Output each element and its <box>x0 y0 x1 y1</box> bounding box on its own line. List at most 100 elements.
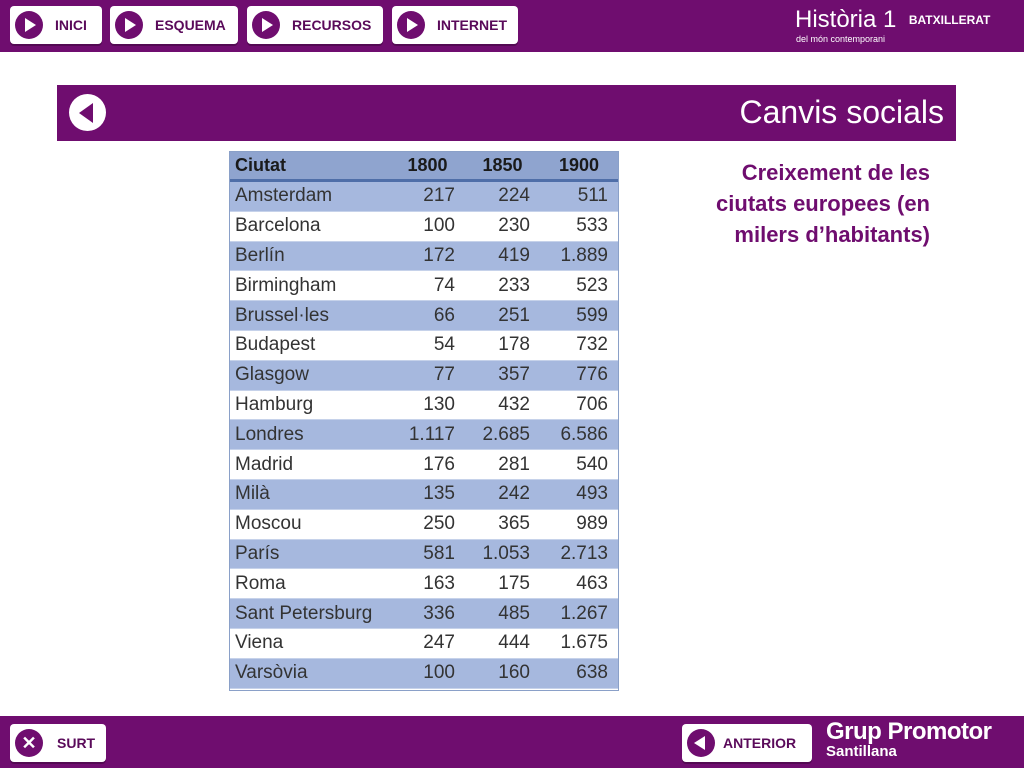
population-cell: 485 <box>498 602 530 624</box>
logo-line-1: Grup Promotor <box>826 718 992 745</box>
population-cell: 599 <box>576 304 608 326</box>
population-cell: 74 <box>433 274 455 296</box>
city-cell: Amsterdam <box>235 185 333 207</box>
column-header: 1800 <box>407 155 448 175</box>
city-cell: Hamburg <box>235 393 314 415</box>
table-row: Viena 247 444 1.675 <box>230 628 618 659</box>
previous-button-label: ANTERIOR <box>723 735 797 751</box>
population-cell: 217 <box>423 185 455 207</box>
population-cell: 2.713 <box>560 542 608 564</box>
bottom-bar: ✕ SURT ANTERIOR Grup Promotor Santillana <box>0 716 1024 768</box>
population-cell: 493 <box>576 483 608 505</box>
table-row: Hamburg 130 432 706 <box>230 390 618 421</box>
population-cell: 336 <box>423 602 455 624</box>
city-cell: Moscou <box>235 513 302 535</box>
table-header: Ciutat 1800 1850 1900 <box>230 152 618 182</box>
city-cell: Londres <box>235 423 304 445</box>
population-cell: 511 <box>577 185 608 207</box>
population-cell: 638 <box>576 662 608 684</box>
brand-subtitle: del món contemporani <box>796 34 886 44</box>
city-cell: Berlín <box>235 244 285 266</box>
population-cell: 706 <box>576 393 608 415</box>
brand-title: Història 1 BATXILLERAT del món contempor… <box>795 6 991 44</box>
publisher-logo: Grup Promotor Santillana <box>826 718 992 760</box>
brand-level: BATXILLERAT <box>908 13 991 27</box>
population-cell: 281 <box>498 453 530 475</box>
population-cell: 224 <box>498 185 530 207</box>
population-cell: 163 <box>423 572 455 594</box>
population-cell: 160 <box>498 662 530 684</box>
column-header: 1850 <box>482 155 523 175</box>
section-header: Canvis socials <box>57 85 956 141</box>
city-cell: Glasgow <box>235 364 309 386</box>
play-icon <box>115 11 143 39</box>
population-cell: 1.117 <box>408 423 455 445</box>
population-cell: 444 <box>498 632 530 654</box>
population-cell: 251 <box>498 304 530 326</box>
exit-button-label: SURT <box>57 735 96 751</box>
city-cell: Roma <box>235 572 286 594</box>
table-row: Sant Petersburg 336 485 1.267 <box>230 599 618 629</box>
table-row: Berlín 172 419 1.889 <box>230 241 618 272</box>
table-row: Budapest 54 178 732 <box>230 330 618 361</box>
nav-button-inici[interactable]: INICI <box>10 6 102 44</box>
nav-button-label: INTERNET <box>437 17 507 33</box>
population-cell: 176 <box>423 453 455 475</box>
population-table: Ciutat 1800 1850 1900 Amsterdam 217 224 511… <box>229 151 619 691</box>
table-row: Londres 1.117 2.685 6.586 <box>230 420 618 451</box>
population-cell: 130 <box>423 393 455 415</box>
population-cell: 66 <box>433 304 455 326</box>
population-cell: 54 <box>433 334 455 356</box>
table-row: Birmingham 74 233 523 <box>230 271 618 302</box>
population-cell: 1.889 <box>560 244 608 266</box>
population-cell: 247 <box>423 632 455 654</box>
table-row: París 581 1.053 2.713 <box>230 539 618 570</box>
population-cell: 178 <box>498 334 530 356</box>
population-cell: 1.675 <box>560 632 608 654</box>
population-cell: 100 <box>423 215 455 237</box>
population-cell: 989 <box>576 513 608 535</box>
city-cell: Budapest <box>235 334 316 356</box>
population-cell: 230 <box>498 215 530 237</box>
play-icon <box>252 11 280 39</box>
population-cell: 233 <box>498 274 530 296</box>
population-cell: 432 <box>498 393 530 415</box>
table-body: Amsterdam 217 224 511 Barcelona 100 230 533 Berl… <box>230 182 618 689</box>
population-cell: 776 <box>576 364 608 386</box>
city-cell: Milà <box>235 483 270 505</box>
population-cell: 6.586 <box>560 423 608 445</box>
column-header: Ciutat <box>235 155 286 175</box>
column-header: 1900 <box>558 155 600 175</box>
nav-button-esquema[interactable]: ESQUEMA <box>110 6 238 44</box>
population-cell: 540 <box>576 453 608 475</box>
table-row: Barcelona 100 230 533 <box>230 211 618 242</box>
city-cell: Brussel·les <box>235 304 329 326</box>
city-cell: Sant Petersburg <box>235 602 373 624</box>
population-cell: 135 <box>423 483 455 505</box>
previous-button[interactable]: ANTERIOR <box>682 724 812 762</box>
population-cell: 1.267 <box>560 602 608 624</box>
table-row: Madrid 176 281 540 <box>230 450 618 480</box>
city-cell: París <box>235 542 280 564</box>
table-row: Glasgow 77 357 776 <box>230 360 618 391</box>
nav-button-recursos[interactable]: RECURSOS <box>247 6 383 44</box>
city-cell: Varsòvia <box>235 662 308 684</box>
table-row: Roma 163 175 463 <box>230 569 618 600</box>
table-row: Brussel·les 66 251 599 <box>230 301 618 331</box>
nav-button-label: RECURSOS <box>292 17 372 33</box>
population-cell: 100 <box>423 662 455 684</box>
table-caption: Creixement de les ciutats europees (en m… <box>716 160 930 247</box>
arrow-left-icon[interactable] <box>69 94 106 131</box>
population-cell: 2.685 <box>482 423 530 445</box>
population-cell: 77 <box>433 364 455 386</box>
nav-button-label: ESQUEMA <box>155 17 226 33</box>
exit-button[interactable]: ✕ SURT <box>10 724 106 762</box>
page-title: Canvis socials <box>739 94 944 130</box>
play-icon <box>397 11 425 39</box>
population-cell: 732 <box>576 334 608 356</box>
nav-button-label: INICI <box>55 17 87 33</box>
city-cell: Birmingham <box>235 274 337 296</box>
table-row: Milà 135 242 493 <box>230 479 618 510</box>
nav-button-internet[interactable]: INTERNET <box>392 6 518 44</box>
table-row: Moscou 250 365 989 <box>230 509 618 540</box>
